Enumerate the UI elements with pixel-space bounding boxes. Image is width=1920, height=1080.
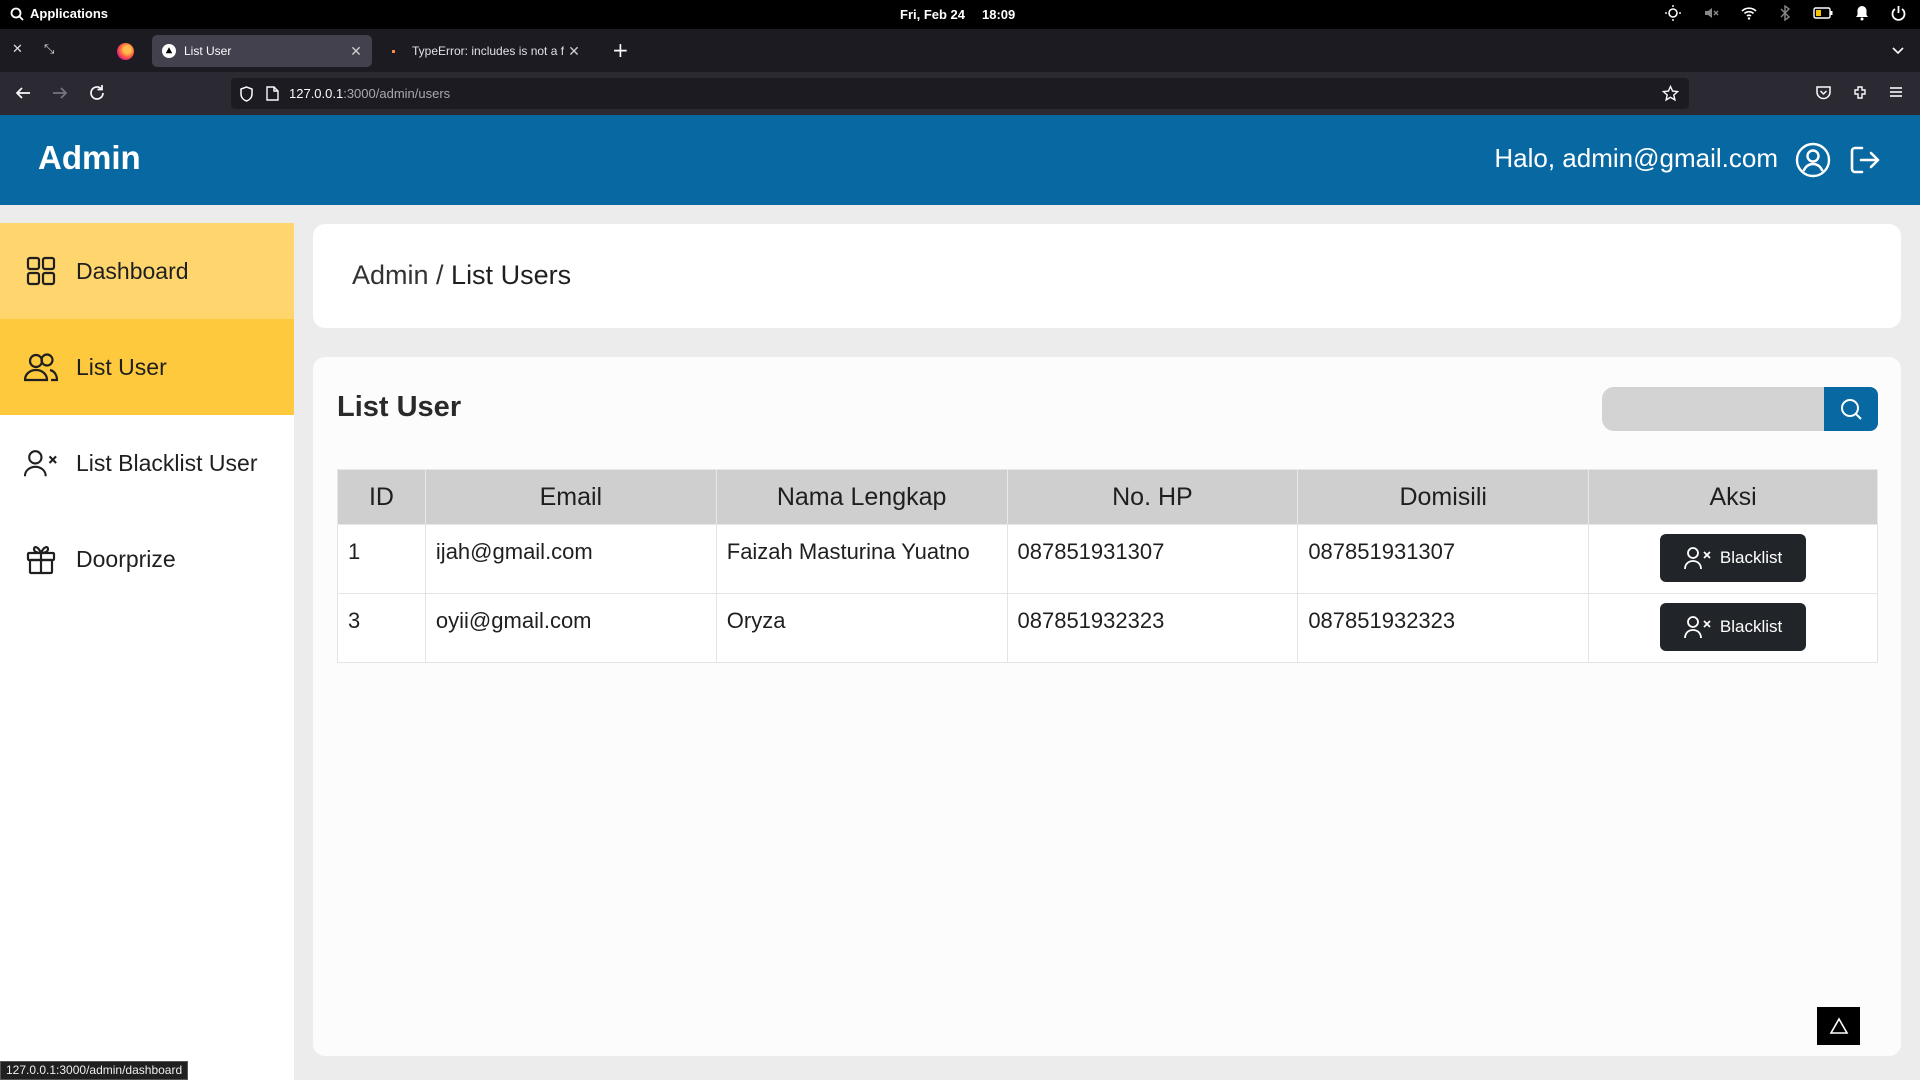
extensions-icon[interactable] [1852,84,1869,101]
url-bar[interactable]: 127.0.0.1:3000/admin/users [231,78,1689,109]
blacklist-button[interactable]: Blacklist [1660,603,1807,651]
breadcrumb-current: List Users [451,260,572,290]
user-x-icon [24,446,58,480]
os-date: Fri, Feb 24 [900,7,966,22]
cell-email: oyii@gmail.com [424,593,717,663]
sidebar-item-label: List Blacklist User [76,449,258,476]
triangle-favicon-icon [162,44,176,58]
triangle-icon [1829,1017,1848,1034]
cell-name: Oryza [715,593,1008,663]
loading-favicon-icon [390,44,404,58]
sidebar-item-list-blacklist-user[interactable]: List Blacklist User [0,415,294,511]
tab-typeerror[interactable]: TypeError: includes is not a fu ✕ [380,35,590,67]
cell-phone: 087851932323 [1006,593,1299,663]
grid-icon [24,254,58,288]
os-clock: 18:09 [982,7,1016,22]
back-arrow-icon[interactable] [14,84,32,102]
hamburger-menu-icon[interactable] [1888,84,1904,100]
nextjs-dev-indicator-button[interactable] [1817,1007,1860,1045]
browser-nav-bar: 127.0.0.1:3000/admin/users [0,72,1920,115]
table-header-row: ID Email Nama Lengkap No. HP Domisili Ak… [337,469,1878,525]
blacklist-button[interactable]: Blacklist [1660,534,1807,582]
search-input[interactable] [1602,387,1824,431]
page-title: List User [337,391,462,423]
shield-icon[interactable] [239,85,254,102]
forward-arrow-icon[interactable] [51,84,69,102]
column-header-phone: No. HP [1006,469,1299,525]
battery-icon[interactable] [1813,7,1833,19]
os-top-bar: Applications Fri, Feb 24 18:09 [0,0,1920,29]
sidebar-item-doorprize[interactable]: Doorprize [0,511,294,607]
cell-action: Blacklist [1588,524,1878,594]
window-restore-icon[interactable]: ⤡ [44,42,54,57]
cell-domisili: 087851931307 [1297,524,1590,594]
user-x-icon [1683,547,1711,570]
search-button[interactable] [1824,387,1878,431]
column-header-domisili: Domisili [1297,469,1590,525]
tab-close-icon[interactable]: ✕ [346,43,366,60]
cell-phone: 087851931307 [1006,524,1299,594]
blacklist-button-label: Blacklist [1719,617,1783,636]
column-header-name: Nama Lengkap [715,469,1008,525]
sidebar-item-dashboard[interactable]: Dashboard [0,223,294,319]
bookmark-star-icon[interactable] [1662,85,1679,102]
column-header-action: Aksi [1588,469,1878,525]
app-header: Admin Halo, admin@gmail.com [0,115,1920,205]
table-row: 1 ijah@gmail.com Faizah Masturina Yuatno… [337,524,1878,594]
table-row: 3 oyii@gmail.com Oryza 087851932323 0878… [337,593,1878,663]
breadcrumb: Admin / List Users [313,224,1901,328]
new-tab-icon[interactable]: + [612,38,629,62]
firefox-icon[interactable] [117,43,134,60]
sidebar-item-label: Doorprize [76,545,176,572]
brand-title: Admin [38,139,141,176]
user-circle-icon[interactable] [1795,142,1831,178]
tab-list-user[interactable]: List User ✕ [152,35,372,67]
volume-muted-icon[interactable] [1703,5,1719,21]
blacklist-button-label: Blacklist [1719,548,1783,567]
column-header-id: ID [337,469,426,525]
system-tray [1665,5,1906,21]
cell-name: Faizah Masturina Yuatno [715,524,1008,594]
gift-icon [24,542,58,576]
sidebar-item-label: List User [76,353,167,380]
search-icon [10,7,24,21]
search-box [1602,387,1878,431]
user-x-icon [1683,616,1711,639]
wifi-icon[interactable] [1741,6,1757,20]
users-table: ID Email Nama Lengkap No. HP Domisili Ak… [337,469,1878,663]
applications-menu[interactable]: Applications [10,6,108,21]
link-status-url: 127.0.0.1:3000/admin/dashboard [0,1061,189,1080]
url-host: 127.0.0.1 [289,86,344,101]
power-icon[interactable] [1891,5,1906,21]
pocket-icon[interactable] [1815,84,1832,101]
user-list-card: List User ID Email Nama Lengkap No. HP D… [313,357,1901,1056]
url-path: :3000/admin/users [343,86,451,101]
brightness-icon[interactable] [1665,5,1681,21]
chevron-down-icon[interactable] [1890,42,1906,58]
notification-bell-icon[interactable] [1855,5,1869,21]
page-icon[interactable] [266,86,279,101]
breadcrumb-root[interactable]: Admin / [352,260,451,290]
tab-title: List User [184,44,232,58]
user-greeting: Halo, admin@gmail.com [1494,143,1778,173]
column-header-email: Email [424,469,717,525]
users-icon [24,350,58,384]
cell-id: 3 [337,593,426,663]
search-icon [1841,399,1862,420]
window-close-icon[interactable]: ✕ [12,42,23,57]
reload-icon[interactable] [88,84,106,102]
logout-icon[interactable] [1848,143,1882,177]
cell-domisili: 087851932323 [1297,593,1590,663]
browser-tab-bar: ✕ ⤡ List User ✕ TypeError: includes is n… [0,29,1920,72]
sidebar: Dashboard List User List Blacklist User … [0,223,294,1080]
applications-label: Applications [30,6,109,21]
sidebar-item-label: Dashboard [76,257,189,284]
sidebar-item-list-user[interactable]: List User [0,319,294,415]
bluetooth-off-icon[interactable] [1779,5,1791,21]
tab-close-icon[interactable]: ✕ [564,43,584,60]
cell-action: Blacklist [1588,593,1878,663]
cell-id: 1 [337,524,426,594]
tab-title: TypeError: includes is not a fu [412,44,564,58]
cell-email: ijah@gmail.com [424,524,717,594]
